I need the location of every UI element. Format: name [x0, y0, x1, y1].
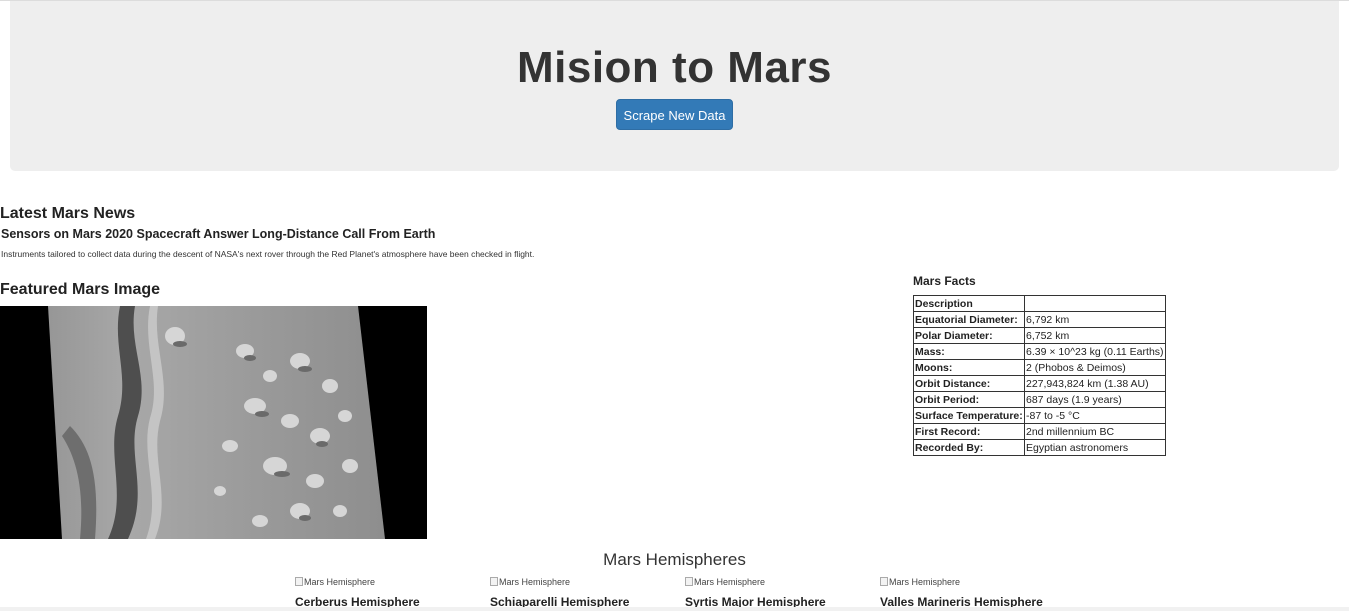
- table-row: Polar Diameter: 6,752 km: [913, 327, 1166, 344]
- broken-image-icon[interactable]: Mars Hemisphere: [685, 575, 875, 588]
- fact-value: 227,943,824 km (1.38 AU): [1024, 375, 1166, 392]
- fact-label: First Record:: [913, 423, 1025, 440]
- fact-label: Surface Temperature:: [913, 407, 1025, 424]
- hemisphere-image-alt: Mars Hemisphere: [304, 576, 376, 587]
- scrape-new-data-button[interactable]: Scrape New Data: [616, 99, 733, 130]
- hemisphere-card-schiaparelli: Mars Hemisphere Schiaparelli Hemisphere: [490, 575, 680, 609]
- hemisphere-image-alt: Mars Hemisphere: [889, 576, 961, 587]
- jumbotron-header: Mision to Mars Scrape New Data: [10, 1, 1339, 171]
- latest-news-heading: Latest Mars News: [0, 205, 136, 222]
- table-row: Surface Temperature: -87 to -5 °C: [913, 407, 1166, 424]
- fact-value: [1024, 295, 1166, 312]
- fact-label: Recorded By:: [913, 439, 1025, 456]
- mars-facts-table: Description Equatorial Diameter: 6,792 km…: [913, 295, 1166, 456]
- page-title: Mision to Mars: [516, 43, 833, 92]
- hemisphere-card-valles-marineris: Mars Hemisphere Valles Marineris Hemisph…: [880, 575, 1070, 609]
- fact-label: Orbit Period:: [913, 391, 1025, 408]
- fact-label: Orbit Distance:: [913, 375, 1025, 392]
- fact-label: Equatorial Diameter:: [913, 311, 1025, 328]
- fact-label: Moons:: [913, 359, 1025, 376]
- fact-value: 2nd millennium BC: [1024, 423, 1166, 440]
- table-row: Recorded By: Egyptian astronomers: [913, 439, 1166, 456]
- fact-value: 6.39 × 10^23 kg (0.11 Earths): [1024, 343, 1166, 360]
- table-row: Orbit Distance: 227,943,824 km (1.38 AU): [913, 375, 1166, 392]
- table-row: Description: [913, 295, 1166, 312]
- bottom-scroll-edge: [0, 607, 1349, 611]
- news-title: Sensors on Mars 2020 Spacecraft Answer L…: [1, 227, 436, 241]
- fact-label: Description: [913, 295, 1025, 312]
- hemisphere-image-alt: Mars Hemisphere: [499, 576, 571, 587]
- hemisphere-card-cerberus: Mars Hemisphere Cerberus Hemisphere: [295, 575, 485, 609]
- featured-mars-image: [0, 306, 427, 539]
- fact-value: 6,752 km: [1024, 327, 1166, 344]
- broken-image-icon[interactable]: Mars Hemisphere: [490, 575, 680, 588]
- table-row: First Record: 2nd millennium BC: [913, 423, 1166, 440]
- broken-image-icon[interactable]: Mars Hemisphere: [880, 575, 1070, 588]
- table-row: Equatorial Diameter: 6,792 km: [913, 311, 1166, 328]
- fact-value: 2 (Phobos & Deimos): [1024, 359, 1166, 376]
- fact-value: -87 to -5 °C: [1024, 407, 1166, 424]
- mars-facts-heading: Mars Facts: [913, 274, 976, 288]
- table-row: Orbit Period: 687 days (1.9 years): [913, 391, 1166, 408]
- table-row: Mass: 6.39 × 10^23 kg (0.11 Earths): [913, 343, 1166, 360]
- hemispheres-heading: Mars Hemispheres: [603, 550, 746, 569]
- hemisphere-card-syrtis-major: Mars Hemisphere Syrtis Major Hemisphere: [685, 575, 875, 609]
- fact-value: 687 days (1.9 years): [1024, 391, 1166, 408]
- table-row: Moons: 2 (Phobos & Deimos): [913, 359, 1166, 376]
- fact-label: Polar Diameter:: [913, 327, 1025, 344]
- news-paragraph: Instruments tailored to collect data dur…: [1, 249, 535, 259]
- broken-image-icon[interactable]: Mars Hemisphere: [295, 575, 485, 588]
- hemisphere-image-alt: Mars Hemisphere: [694, 576, 766, 587]
- fact-label: Mass:: [913, 343, 1025, 360]
- featured-image-heading: Featured Mars Image: [0, 281, 161, 298]
- fact-value: 6,792 km: [1024, 311, 1166, 328]
- fact-value: Egyptian astronomers: [1024, 439, 1166, 456]
